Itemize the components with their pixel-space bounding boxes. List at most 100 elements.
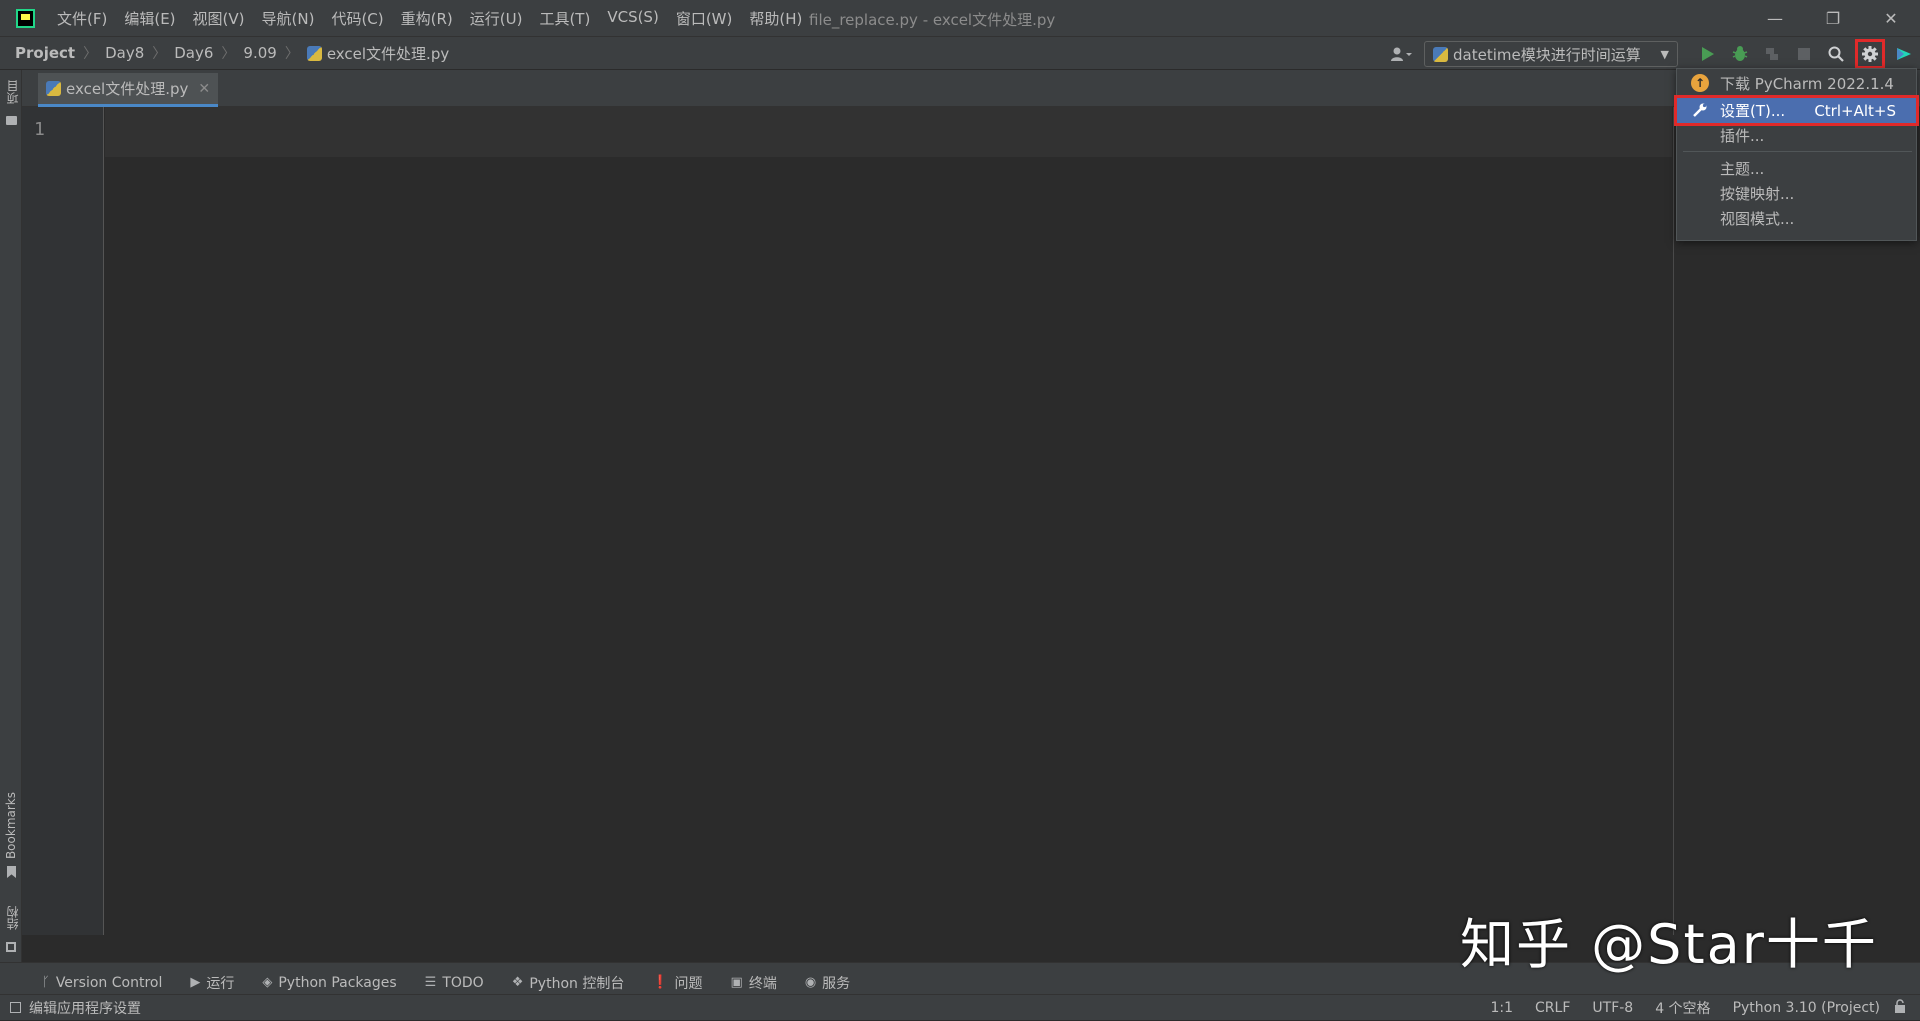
python-file-icon (306, 45, 322, 61)
watermark-text: 知乎 @Star十千 (1460, 913, 1878, 976)
play-icon: ▶ (190, 975, 201, 990)
python-interpreter[interactable]: Python 3.10 (Project) (1733, 1000, 1880, 1016)
structure-icon (6, 942, 16, 952)
window-title: file_replace.py - excel文件处理.py (809, 11, 1056, 29)
code-editor[interactable]: 1 (22, 107, 1672, 935)
breadcrumb-day8[interactable]: Day8 (105, 44, 144, 62)
status-message: 编辑应用程序设置 (29, 1000, 141, 1017)
services-icon: ◉ (804, 975, 817, 990)
menu-item-shortcut: Ctrl+Alt+S (1814, 101, 1896, 120)
restore-button[interactable]: ❐ (1804, 0, 1862, 36)
menu-run[interactable]: 运行(U) (470, 8, 523, 29)
menu-item-settings[interactable]: 设置(T)... Ctrl+Alt+S (1674, 95, 1919, 126)
indent-setting[interactable]: 4 个空格 (1655, 998, 1710, 1018)
search-icon[interactable] (1823, 41, 1849, 67)
menu-item-download-update[interactable]: ↑ 下载 PyCharm 2022.1.4 (1677, 71, 1916, 96)
chevron-right-icon: 〉 (221, 46, 236, 62)
menu-file[interactable]: 文件(F) (57, 8, 107, 29)
python-file-icon (46, 81, 61, 96)
menu-navigate[interactable]: 导航(N) (262, 8, 315, 29)
menu-item-label: 主题... (1720, 160, 1765, 178)
lock-icon[interactable] (1894, 999, 1906, 1017)
folder-icon (6, 116, 17, 125)
pycharm-logo-icon (16, 8, 35, 28)
menu-separator (1683, 151, 1912, 152)
close-window-button[interactable]: ✕ (1862, 0, 1920, 36)
tool-label: 问题 (674, 975, 703, 992)
settings-dropdown-menu: ↑ 下载 PyCharm 2022.1.4 设置(T)... Ctrl+Alt+… (1674, 68, 1919, 241)
tool-label: 终端 (748, 975, 777, 992)
stop-button[interactable] (1791, 41, 1817, 67)
tool-label: TODO (442, 974, 484, 991)
tab-label: excel文件处理.py (66, 80, 189, 98)
editor-tab-bar: excel文件处理.py ✕ (22, 70, 1920, 107)
tool-run[interactable]: ▶ 运行 (190, 973, 234, 993)
menu-item-label: 按键映射... (1720, 185, 1795, 203)
tool-label: Python Packages (278, 974, 397, 991)
tab-excel-file[interactable]: excel文件处理.py ✕ (38, 73, 219, 107)
user-dropdown-icon[interactable] (1388, 44, 1414, 64)
chevron-right-icon: 〉 (83, 46, 98, 62)
tool-label: Version Control (55, 974, 163, 991)
tool-todo[interactable]: ☰ TODO (425, 975, 484, 991)
run-configuration-label: datetime模块进行时间运算 (1453, 45, 1641, 64)
menu-item-themes[interactable]: 主题... (1677, 156, 1916, 181)
main-menu: 文件(F) 编辑(E) 视图(V) 导航(N) 代码(C) 重构(R) 运行(U… (57, 8, 819, 29)
python-icon (1433, 46, 1448, 62)
close-tab-icon[interactable]: ✕ (198, 81, 210, 97)
tool-label: 服务 (822, 975, 851, 992)
tool-python-console[interactable]: ❖ Python 控制台 (512, 973, 625, 993)
settings-gear-icon[interactable] (1855, 39, 1885, 69)
tool-services[interactable]: ◉ 服务 (805, 973, 850, 993)
list-icon: ☰ (424, 975, 437, 990)
menu-code[interactable]: 代码(C) (331, 8, 383, 29)
chevron-right-icon: 〉 (284, 46, 299, 62)
menu-item-plugins[interactable]: 插件... (1677, 123, 1916, 148)
line-gutter: 1 (22, 107, 104, 935)
menu-item-label: 下载 PyCharm 2022.1.4 (1720, 75, 1894, 93)
tool-python-packages[interactable]: ◈ Python Packages (262, 975, 396, 991)
menu-vcs[interactable]: VCS(S) (607, 8, 658, 29)
toggle-tool-windows-icon[interactable] (10, 1002, 21, 1013)
minimize-button[interactable]: — (1746, 0, 1804, 36)
branch-icon: ᚴ (42, 975, 50, 990)
tool-terminal[interactable]: ▣ 终端 (731, 973, 777, 993)
coverage-button[interactable] (1759, 41, 1785, 67)
menu-edit[interactable]: 编辑(E) (124, 8, 175, 29)
breadcrumb-day6[interactable]: Day6 (174, 44, 213, 62)
tool-label: Python 控制台 (529, 975, 625, 992)
breadcrumb: Project 〉 Day8 〉 Day6 〉 9.09 〉 excel文件处理… (15, 43, 449, 64)
left-tool-strip: 项目 Bookmarks 结构 (0, 70, 22, 962)
info-icon: ❗ (652, 975, 669, 990)
menu-refactor[interactable]: 重构(R) (401, 8, 453, 29)
menu-help[interactable]: 帮助(H) (749, 8, 802, 29)
bookmarks-tool-button[interactable]: Bookmarks (4, 792, 18, 859)
tool-version-control[interactable]: ᚴ Version Control (42, 975, 162, 991)
menu-item-keymap[interactable]: 按键映射... (1677, 181, 1916, 206)
caret-down-icon: ▼ (1660, 47, 1669, 61)
wrench-icon (1691, 101, 1709, 119)
navigation-bar: Project 〉 Day8 〉 Day6 〉 9.09 〉 excel文件处理… (0, 36, 1920, 70)
breadcrumb-project[interactable]: Project (15, 44, 75, 62)
cursor-position[interactable]: 1:1 (1491, 1000, 1514, 1016)
python-console-icon: ❖ (511, 975, 524, 990)
breadcrumb-file[interactable]: excel文件处理.py (327, 43, 449, 64)
run-configuration-select[interactable]: datetime模块进行时间运算 ▼ (1424, 41, 1678, 67)
line-number: 1 (34, 119, 45, 140)
tool-problems[interactable]: ❗ 问题 (652, 973, 702, 993)
menu-view[interactable]: 视图(V) (193, 8, 245, 29)
project-tool-button[interactable]: 项目 (4, 80, 21, 104)
structure-tool-button[interactable]: 结构 (4, 906, 21, 930)
file-encoding[interactable]: UTF-8 (1592, 1000, 1633, 1016)
menu-window[interactable]: 窗口(W) (676, 8, 733, 29)
run-button[interactable] (1695, 41, 1721, 67)
title-bar: 文件(F) 编辑(E) 视图(V) 导航(N) 代码(C) 重构(R) 运行(U… (0, 0, 1920, 36)
line-separator[interactable]: CRLF (1535, 1000, 1570, 1016)
jetbrains-plugin-icon[interactable] (1891, 41, 1917, 67)
breadcrumb-909[interactable]: 9.09 (243, 44, 276, 62)
menu-item-view-mode[interactable]: 视图模式... (1677, 206, 1916, 231)
current-line-highlight (105, 107, 1672, 157)
menu-tools[interactable]: 工具(T) (539, 8, 590, 29)
status-bar: 编辑应用程序设置 1:1 CRLF UTF-8 4 个空格 Python 3.1… (0, 994, 1920, 1020)
debug-button[interactable] (1727, 41, 1753, 67)
